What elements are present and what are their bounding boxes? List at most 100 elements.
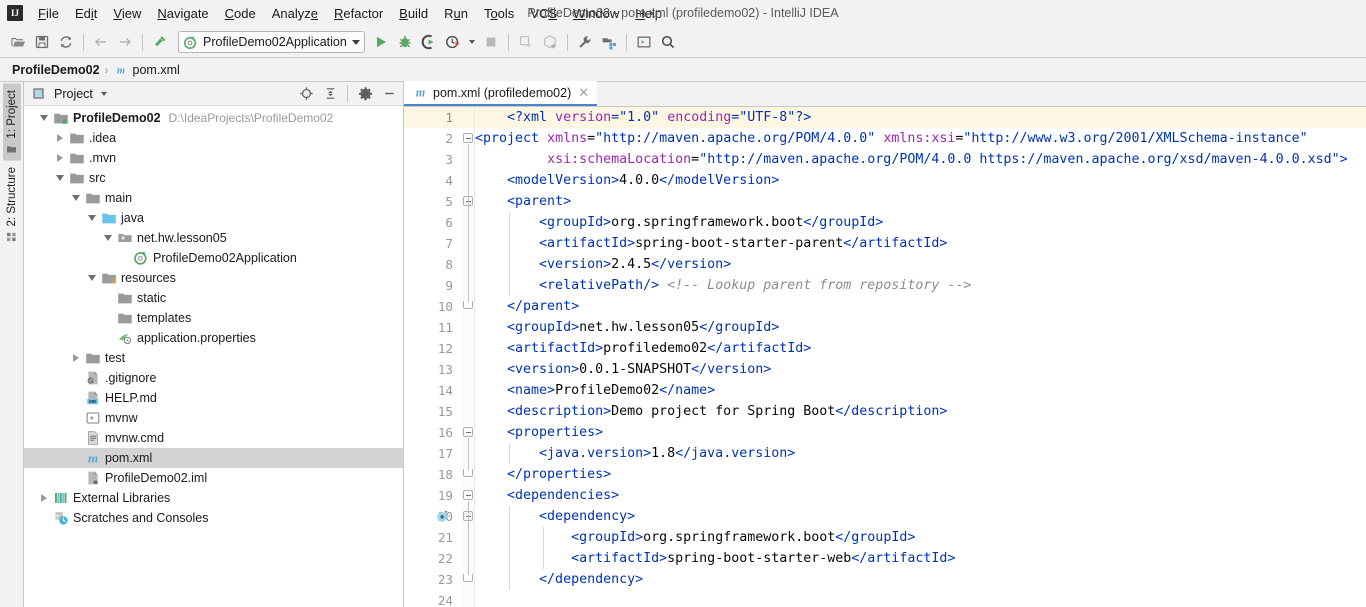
back-arrow-icon[interactable] — [89, 30, 113, 54]
indent-guide — [509, 506, 510, 590]
chevron-right-icon[interactable] — [52, 130, 68, 146]
tree-item-java[interactable]: java — [24, 208, 403, 228]
profile-dropdown-icon[interactable] — [465, 30, 479, 54]
tree-item-resources[interactable]: resources — [24, 268, 403, 288]
fold-collapse-icon[interactable] — [463, 490, 473, 500]
stop-icon[interactable] — [479, 30, 503, 54]
build-hammer-icon[interactable] — [148, 30, 172, 54]
forward-arrow-icon[interactable] — [113, 30, 137, 54]
settings-wrench-icon[interactable] — [573, 30, 597, 54]
menu-item-build[interactable]: Build — [391, 3, 436, 24]
toolbar-separator — [142, 33, 143, 51]
tree-item-label: main — [105, 191, 133, 205]
folder-icon — [68, 170, 86, 186]
menu-item-run[interactable]: Run — [436, 3, 476, 24]
breadcrumb-file[interactable]: pom.xml — [133, 63, 180, 77]
folder-icon — [84, 190, 102, 206]
fold-region-end-icon[interactable] — [463, 301, 473, 309]
minimize-icon[interactable] — [379, 84, 399, 104]
chevron-down-icon[interactable] — [84, 210, 100, 226]
project-structure-icon[interactable] — [597, 30, 621, 54]
code-line: xsi:schemaLocation="http://maven.apache.… — [547, 152, 1348, 167]
tree-item-application-properties[interactable]: application.properties — [24, 328, 403, 348]
tree-item-label: src — [89, 171, 106, 185]
collapse-all-icon[interactable] — [320, 84, 340, 104]
code-folding-column[interactable] — [462, 107, 475, 607]
tree-item-external-libraries[interactable]: External Libraries — [24, 488, 403, 508]
tree-item-profiledemo02-iml[interactable]: ProfileDemo02.iml — [24, 468, 403, 488]
profile-icon[interactable] — [441, 30, 465, 54]
code-content[interactable]: <?xml version="1.0" encoding="UTF-8"?> <p… — [475, 107, 1366, 607]
chevron-down-icon[interactable] — [36, 110, 52, 126]
tree-item-scratches-and-consoles[interactable]: Scratches and Consoles — [24, 508, 403, 528]
tree-item-src[interactable]: src — [24, 168, 403, 188]
sidebar-item-project[interactable]: 1: Project — [2, 84, 21, 161]
run-configuration-selector[interactable]: ProfileDemo02Application — [178, 31, 365, 53]
tab-pom-xml[interactable]: m pom.xml (profiledemo02) ✕ — [404, 81, 598, 106]
chevron-down-icon[interactable] — [100, 230, 116, 246]
menu-item-vcs[interactable]: VCS — [522, 3, 565, 24]
tree-item-profiledemo02application[interactable]: ProfileDemo02Application — [24, 248, 403, 268]
chevron-right-icon[interactable] — [52, 150, 68, 166]
breadcrumb-project[interactable]: ProfileDemo02 — [12, 63, 100, 77]
settings-gear-icon[interactable] — [355, 84, 375, 104]
code-editor[interactable]: 123456789101112131415161718192021222324 … — [404, 107, 1366, 607]
tree-item-main[interactable]: main — [24, 188, 403, 208]
search-everywhere-icon[interactable] — [656, 30, 680, 54]
tree-item-gitignore[interactable]: .gitignore — [24, 368, 403, 388]
tree-item-net-hw-lesson05[interactable]: net.hw.lesson05 — [24, 228, 403, 248]
menu-item-analyze[interactable]: Analyze — [264, 3, 326, 24]
tree-item-pom-xml[interactable]: m pom.xml — [24, 448, 403, 468]
spring-class-icon — [132, 250, 150, 266]
menu-item-file[interactable]: File — [30, 3, 67, 24]
save-all-icon[interactable] — [30, 30, 54, 54]
update-app-icon[interactable] — [514, 30, 538, 54]
rerun-tests-icon[interactable] — [538, 30, 562, 54]
tree-item-label: pom.xml — [105, 451, 153, 465]
menu-item-window[interactable]: Window — [565, 3, 627, 24]
menu-item-navigate[interactable]: Navigate — [149, 3, 216, 24]
markdown-file-icon: MD — [84, 390, 102, 406]
sidebar-item-structure[interactable]: 2: Structure — [3, 161, 21, 248]
menu-item-view[interactable]: View — [105, 3, 149, 24]
tree-item-mvn[interactable]: .mvn — [24, 148, 403, 168]
project-scope-chevron-icon[interactable] — [100, 91, 107, 96]
fold-region-end-icon[interactable] — [463, 574, 473, 582]
close-icon[interactable]: ✕ — [576, 86, 591, 99]
chevron-down-icon[interactable] — [52, 170, 68, 186]
sync-icon[interactable] — [54, 30, 78, 54]
tree-item-label: ProfileDemo02Application — [153, 251, 297, 265]
chevron-down-icon[interactable] — [351, 39, 360, 45]
spring-bean-gutter-icon[interactable] — [436, 509, 450, 523]
fold-region-end-icon[interactable] — [463, 469, 473, 477]
run-icon[interactable] — [369, 30, 393, 54]
chevron-right-icon[interactable] — [36, 490, 52, 506]
menu-item-tools[interactable]: Tools — [476, 3, 522, 24]
tree-item-help-md[interactable]: MD HELP.md — [24, 388, 403, 408]
open-folder-icon[interactable] — [6, 30, 30, 54]
project-folder-icon — [6, 144, 17, 155]
locate-target-icon[interactable] — [296, 84, 316, 104]
menu-item-edit[interactable]: Edit — [67, 3, 105, 24]
tree-item-test[interactable]: test — [24, 348, 403, 368]
console-icon[interactable] — [632, 30, 656, 54]
chevron-down-icon[interactable] — [68, 190, 84, 206]
chevron-down-icon[interactable] — [84, 270, 100, 286]
debug-icon[interactable] — [393, 30, 417, 54]
tree-item-mvnw-cmd[interactable]: mvnw.cmd — [24, 428, 403, 448]
menu-item-refactor[interactable]: Refactor — [326, 3, 391, 24]
run-with-coverage-icon[interactable] — [417, 30, 441, 54]
editor-gutter[interactable]: 123456789101112131415161718192021222324 — [404, 107, 462, 607]
fold-collapse-icon[interactable] — [463, 133, 473, 143]
fold-collapse-icon[interactable] — [463, 427, 473, 437]
code-line: <?xml version="1.0" encoding="UTF-8"?> — [475, 107, 1366, 128]
tree-item-templates[interactable]: templates — [24, 308, 403, 328]
menu-item-code[interactable]: Code — [217, 3, 264, 24]
tree-item-label: static — [137, 291, 167, 305]
tree-item-idea[interactable]: .idea — [24, 128, 403, 148]
tree-item-profiledemo02[interactable]: ProfileDemo02 D:\IdeaProjects\ProfileDemo… — [24, 108, 403, 128]
chevron-right-icon[interactable] — [68, 350, 84, 366]
menu-item-help[interactable]: Help — [627, 3, 670, 24]
tree-item-mvnw[interactable]: mvnw — [24, 408, 403, 428]
tree-item-static[interactable]: static — [24, 288, 403, 308]
